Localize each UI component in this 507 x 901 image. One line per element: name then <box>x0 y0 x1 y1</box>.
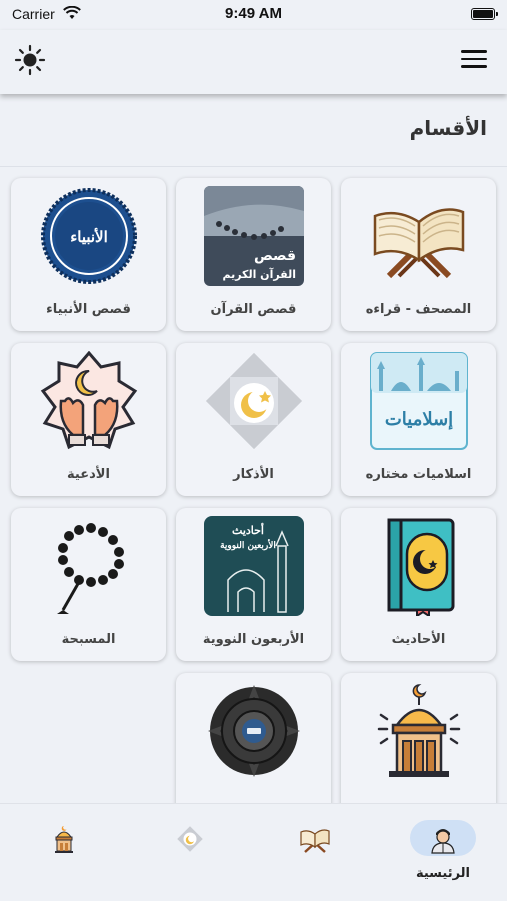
app-bar <box>0 30 507 94</box>
theme-toggle-sun-icon[interactable] <box>14 44 46 76</box>
card-mushaf[interactable]: المصحف - قراءه <box>341 178 496 331</box>
mandala-emblem <box>208 685 300 777</box>
menu-icon[interactable] <box>461 50 487 72</box>
image-text: أحاديث <box>232 523 264 537</box>
card-selected-islamic[interactable]: إسلاميات اسلاميات مختاره <box>341 343 496 496</box>
quran-book-icon <box>300 829 330 853</box>
card-mosque[interactable] <box>341 673 496 803</box>
card-hadiths[interactable]: الأحاديث <box>341 508 496 661</box>
image-text: قصص <box>254 248 296 264</box>
card-label: قصص القرآن <box>210 302 297 317</box>
card-prophets-stories[interactable]: الأنبياء قصص الأنبياء <box>11 178 166 331</box>
image-text: الأنبياء <box>70 227 108 246</box>
battery-icon <box>471 8 498 20</box>
prophets-emblem: الأنبياء <box>41 188 137 284</box>
card-adhkar[interactable]: الأذكار <box>176 343 331 496</box>
section-header: الأقسام <box>0 96 507 167</box>
card-label: الأربعون النووية <box>202 632 305 647</box>
nav-adhkar[interactable] <box>145 814 235 884</box>
status-bar: Carrier 9:49 AM <box>0 0 507 30</box>
card-nawawi-forty[interactable]: أحاديث الأربعين النووية الأربعون النووية <box>176 508 331 661</box>
card-label: الأذكار <box>233 467 274 482</box>
bottom-navigation: الرئيسية <box>0 803 507 901</box>
crescent-star-icon <box>205 352 303 450</box>
image-text: الأربعين النووية <box>220 539 276 551</box>
quran-stories-image: قصص القرآن الكريم <box>204 186 304 286</box>
nav-mosque[interactable] <box>19 814 109 884</box>
card-label: قصص الأنبياء <box>46 302 131 317</box>
card-label: الأحاديث <box>391 632 446 647</box>
crescent-star-icon <box>177 826 203 852</box>
mosque-icon <box>55 826 73 853</box>
prayer-beads-icon <box>57 523 124 614</box>
card-mandala[interactable] <box>176 673 331 803</box>
page-title: الأقسام <box>409 116 487 140</box>
islamiyat-image: إسلاميات <box>370 352 468 450</box>
card-label: المسبحة <box>61 632 116 647</box>
sections-grid: المصحف - قراءه قصص القرآن الكريم قصص الق… <box>0 167 507 803</box>
card-label: اسلاميات مختاره <box>365 467 472 482</box>
nawawi-forty-image: أحاديث الأربعين النووية <box>204 516 304 616</box>
open-quran-icon <box>373 208 465 279</box>
user-icon <box>431 829 455 854</box>
nav-home[interactable]: الرئيسية <box>398 814 488 884</box>
card-label: المصحف - قراءه <box>365 302 472 317</box>
image-text: إسلاميات <box>385 409 453 430</box>
mosque-dome-icon <box>377 684 461 777</box>
nav-home-label: الرئيسية <box>415 866 471 881</box>
hadith-book-icon <box>387 518 455 616</box>
image-text: القرآن الكريم <box>222 267 296 281</box>
card-supplications[interactable]: الأدعية <box>11 343 166 496</box>
card-quran-stories[interactable]: قصص القرآن الكريم قصص القرآن <box>176 178 331 331</box>
nav-quran[interactable] <box>270 814 360 884</box>
card-tasbih[interactable]: المسبحة <box>11 508 166 661</box>
praying-hands-icon <box>40 351 138 450</box>
clock: 9:49 AM <box>225 5 282 22</box>
card-label: الأدعية <box>67 467 110 482</box>
